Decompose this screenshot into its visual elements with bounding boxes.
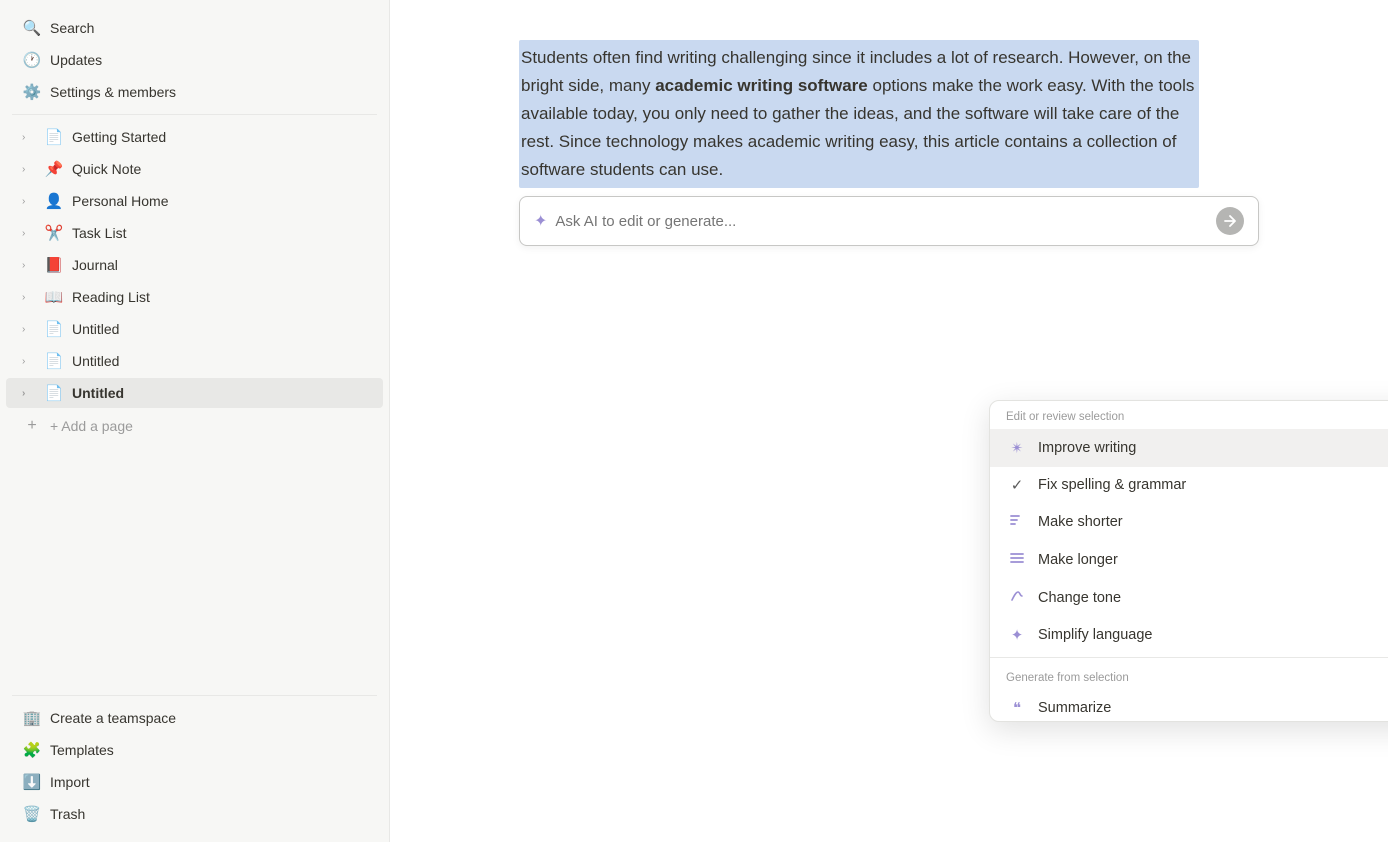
sidebar-item-search[interactable]: 🔍 Search — [6, 13, 383, 43]
ai-menu-simplify[interactable]: ✦ Simplify language — [990, 617, 1388, 653]
sidebar-item-updates[interactable]: 🕐 Updates — [6, 45, 383, 75]
sidebar-item-trash[interactable]: 🗑️ Trash — [6, 799, 383, 829]
summarize-label: Summarize — [1038, 700, 1388, 716]
book-icon: 📕 — [44, 256, 64, 274]
sidebar-item-personal-home[interactable]: › 👤 Personal Home — [6, 186, 383, 216]
sidebar-item-label: Untitled — [72, 385, 369, 401]
sidebar-item-journal[interactable]: › 📕 Journal — [6, 250, 383, 280]
sidebar-item-label: Search — [50, 20, 369, 36]
ai-sparkle-icon: ✦ — [534, 211, 547, 231]
ai-menu-improve-writing[interactable]: ✴ Improve writing ↵ — [990, 429, 1388, 467]
sidebar-item-settings[interactable]: ⚙️ Settings & members — [6, 77, 383, 107]
chevron-icon: › — [22, 356, 36, 367]
person-icon: 👤 — [44, 192, 64, 210]
sidebar-item-reading-list[interactable]: › 📖 Reading List — [6, 282, 383, 312]
sidebar-item-label: Getting Started — [72, 129, 369, 145]
summarize-icon: ❝ — [1006, 699, 1028, 717]
scissors-icon: ✂️ — [44, 224, 64, 242]
open-book-icon: 📖 — [44, 288, 64, 306]
make-shorter-icon — [1006, 512, 1028, 532]
make-shorter-label: Make shorter — [1038, 514, 1388, 530]
import-icon: ⬇️ — [22, 773, 42, 791]
make-longer-icon — [1006, 550, 1028, 570]
sidebar-item-create-teamspace[interactable]: 🏢 Create a teamspace — [6, 703, 383, 733]
ai-menu-summarize[interactable]: ❝ Summarize — [990, 690, 1388, 721]
chevron-icon: › — [22, 388, 36, 399]
sidebar-item-templates[interactable]: 🧩 Templates — [6, 735, 383, 765]
improve-writing-label: Improve writing — [1038, 440, 1388, 456]
sidebar-item-label: Untitled — [72, 353, 369, 369]
selected-text-block[interactable]: Students often find writing challenging … — [519, 40, 1199, 188]
sidebar-item-label: Untitled — [72, 321, 369, 337]
sidebar-item-untitled-3[interactable]: › 📄 Untitled — [6, 378, 383, 408]
ai-input-bar: ✦ — [519, 196, 1259, 246]
sidebar: 🔍 Search 🕐 Updates ⚙️ Settings & members… — [0, 0, 390, 842]
ai-dropdown-divider — [990, 657, 1388, 658]
sidebar-item-label: Updates — [50, 52, 369, 68]
sidebar-item-label: Import — [50, 774, 369, 790]
simplify-label: Simplify language — [1038, 627, 1388, 643]
page-icon: 📄 — [44, 128, 64, 146]
chevron-icon: › — [22, 324, 36, 335]
ai-input-field[interactable] — [555, 213, 1208, 230]
send-arrow-icon — [1224, 215, 1236, 227]
sidebar-item-import[interactable]: ⬇️ Import — [6, 767, 383, 797]
pin-icon: 📌 — [44, 160, 64, 178]
sidebar-bottom-divider — [12, 695, 377, 696]
ai-menu-change-tone[interactable]: Change tone › — [990, 579, 1388, 617]
plus-icon: + — [22, 417, 42, 435]
ai-menu-fix-spelling[interactable]: ✓ Fix spelling & grammar — [990, 467, 1388, 503]
chevron-icon: › — [22, 292, 36, 303]
check-icon: ✓ — [1006, 476, 1028, 494]
chevron-icon: › — [22, 196, 36, 207]
sidebar-item-untitled-2[interactable]: › 📄 Untitled — [6, 346, 383, 376]
change-tone-icon — [1006, 588, 1028, 608]
clock-icon: 🕐 — [22, 51, 42, 69]
simplify-icon: ✦ — [1006, 626, 1028, 644]
trash-icon: 🗑️ — [22, 805, 42, 823]
page-icon: 📄 — [44, 352, 64, 370]
sidebar-divider — [12, 114, 377, 115]
ai-section-label-generate: Generate from selection — [990, 662, 1388, 690]
chevron-icon: › — [22, 132, 36, 143]
add-page-label: + Add a page — [50, 418, 369, 434]
sidebar-item-untitled-1[interactable]: › 📄 Untitled — [6, 314, 383, 344]
sidebar-item-label: Journal — [72, 257, 369, 273]
sidebar-item-label: Settings & members — [50, 84, 369, 100]
main-content: Students often find writing challenging … — [390, 0, 1388, 842]
page-icon: 📄 — [44, 384, 64, 402]
sidebar-item-label: Trash — [50, 806, 369, 822]
make-longer-label: Make longer — [1038, 552, 1388, 568]
chevron-icon: › — [22, 260, 36, 271]
templates-icon: 🧩 — [22, 741, 42, 759]
gear-icon: ⚙️ — [22, 83, 42, 101]
page-icon: 📄 — [44, 320, 64, 338]
sidebar-item-label: Quick Note — [72, 161, 369, 177]
ai-menu-make-shorter[interactable]: Make shorter — [990, 503, 1388, 541]
sidebar-item-label: Task List — [72, 225, 369, 241]
sidebar-item-label: Templates — [50, 742, 369, 758]
ai-section-label-edit: Edit or review selection — [990, 401, 1388, 429]
fix-spelling-label: Fix spelling & grammar — [1038, 477, 1388, 493]
add-page-button[interactable]: + + Add a page — [6, 411, 383, 441]
sidebar-item-label: Reading List — [72, 289, 369, 305]
ai-send-button[interactable] — [1216, 207, 1244, 235]
teamspace-icon: 🏢 — [22, 709, 42, 727]
sidebar-item-task-list[interactable]: › ✂️ Task List — [6, 218, 383, 248]
editor-area: Students often find writing challenging … — [439, 0, 1339, 286]
ai-dropdown-menu: Edit or review selection ✴ Improve writi… — [989, 400, 1388, 722]
chevron-icon: › — [22, 164, 36, 175]
sidebar-item-label: Personal Home — [72, 193, 369, 209]
selected-text-content: Students often find writing challenging … — [521, 48, 1194, 179]
search-icon: 🔍 — [22, 19, 42, 37]
sidebar-item-getting-started[interactable]: › 📄 Getting Started — [6, 122, 383, 152]
chevron-icon: › — [22, 228, 36, 239]
ai-menu-make-longer[interactable]: Make longer — [990, 541, 1388, 579]
sidebar-item-quick-note[interactable]: › 📌 Quick Note — [6, 154, 383, 184]
sidebar-item-label: Create a teamspace — [50, 710, 369, 726]
change-tone-label: Change tone — [1038, 590, 1388, 606]
improve-writing-icon: ✴ — [1006, 439, 1028, 457]
